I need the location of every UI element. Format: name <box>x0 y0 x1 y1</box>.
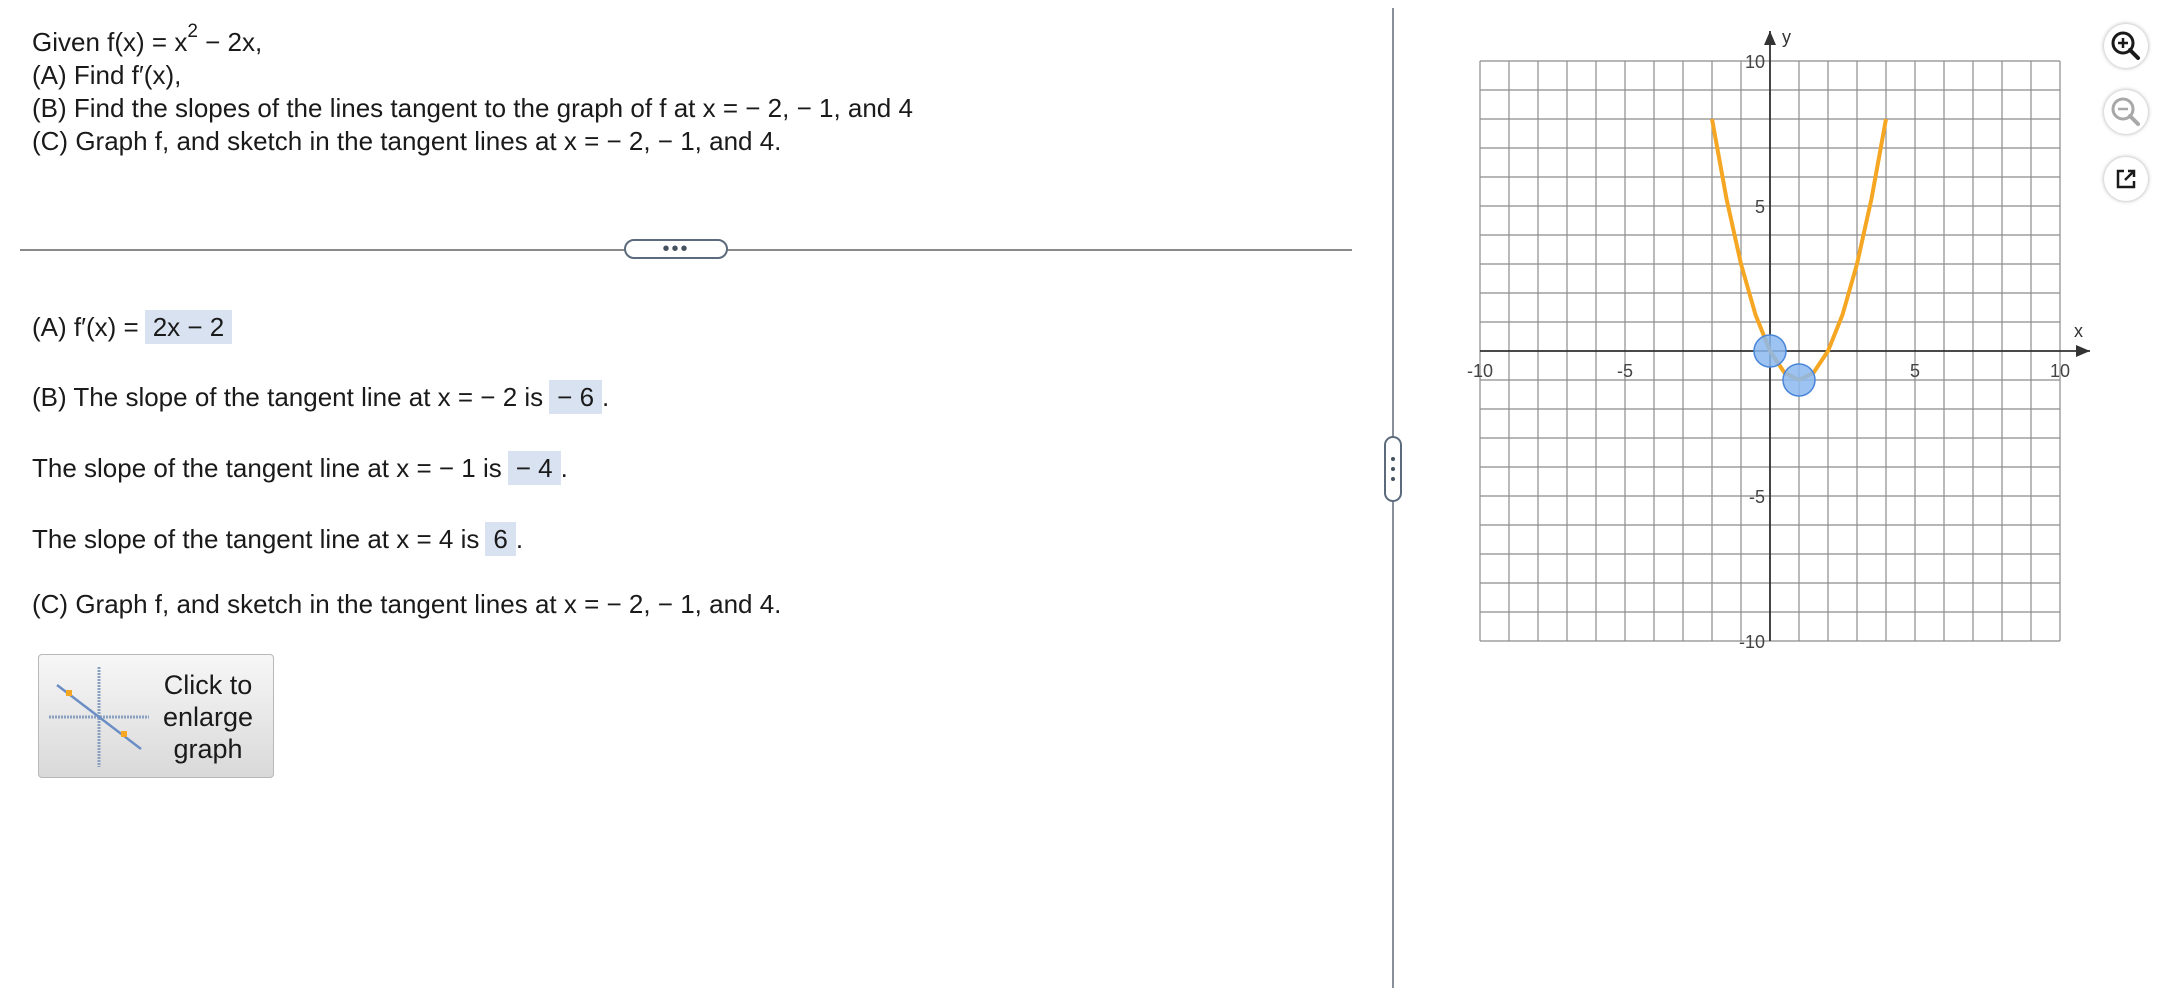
answer-b2-label: The slope of the tangent line at x = − 1… <box>32 453 502 483</box>
x-axis-arrow <box>2076 345 2090 357</box>
y-tick-label: -10 <box>1739 632 1765 652</box>
problem-panel: Given f(x) = x2 − 2x, (A) Find f′(x), (B… <box>0 0 1380 982</box>
zoom-in-icon <box>2111 31 2140 60</box>
answer-b3: The slope of the tangent line at x = 4 i… <box>32 519 523 559</box>
enlarge-line-3: graph <box>173 734 243 764</box>
function-graph[interactable]: x y -10 -5 5 10 10 5 -5 -10 <box>1440 18 2130 658</box>
answer-b3-period: . <box>515 524 524 554</box>
divider-handle[interactable]: ••• <box>624 239 728 259</box>
answer-c-text: (C) Graph f, and sketch in the tangent l… <box>32 589 782 619</box>
x-axis-label: x <box>2074 321 2083 341</box>
popout-button[interactable] <box>2104 157 2148 201</box>
answer-b2-period: . <box>560 453 568 483</box>
part-b-question: (B) Find the slopes of the lines tangent… <box>32 93 913 123</box>
y-tick-label: -5 <box>1749 487 1765 507</box>
enlarge-graph-label: Click to enlarge graph <box>149 669 267 765</box>
external-link-icon <box>2116 169 2136 189</box>
answer-b3-box[interactable]: 6 <box>485 522 516 556</box>
graph-point[interactable] <box>1753 334 1787 368</box>
part-a-question: (A) Find f′(x), <box>32 60 182 90</box>
enlarge-graph-button[interactable]: Click to enlarge graph <box>38 654 274 778</box>
x-tick-label: 10 <box>2050 361 2070 381</box>
answer-b1-period: . <box>602 382 610 412</box>
y-axis-label: y <box>1782 27 1791 47</box>
answer-a: (A) f′(x) = 2x − 2 <box>32 307 233 347</box>
problem-statement: Given f(x) = x2 − 2x, (A) Find f′(x), (B… <box>32 22 913 158</box>
y-tick-label: 5 <box>1755 197 1765 217</box>
zoom-out-icon <box>2111 97 2140 126</box>
zoom-out-button[interactable] <box>2104 90 2148 134</box>
x-tick-label: -10 <box>1467 361 1493 381</box>
enlarge-line-1: Click to <box>163 670 253 700</box>
answer-b1: (B) The slope of the tangent line at x =… <box>32 377 609 417</box>
answer-a-box[interactable]: 2x − 2 <box>144 310 233 344</box>
x-tick-label: -5 <box>1617 361 1633 381</box>
part-c-question: (C) Graph f, and sketch in the tangent l… <box>32 126 782 156</box>
y-tick-label: 10 <box>1745 52 1765 72</box>
answer-b1-box[interactable]: − 6 <box>549 380 603 414</box>
x-tick-label: 5 <box>1910 361 1920 381</box>
graph-point[interactable] <box>1782 363 1816 397</box>
given-prefix: Given f(x) = x <box>32 27 188 57</box>
answer-a-label: (A) f′(x) = <box>32 312 139 342</box>
vertical-divider-handle[interactable] <box>1384 436 1402 502</box>
answer-b2-box[interactable]: − 4 <box>507 451 561 485</box>
y-axis-arrow <box>1764 31 1776 45</box>
graph-thumbnail-icon <box>49 667 149 767</box>
zoom-in-button[interactable] <box>2104 24 2148 68</box>
enlarge-line-2: enlarge <box>162 702 254 732</box>
answer-b3-label: The slope of the tangent line at x = 4 i… <box>32 524 480 554</box>
given-exponent: 2 <box>187 21 198 43</box>
given-line: Given f(x) = x2 − 2x, <box>32 22 913 59</box>
answer-b2: The slope of the tangent line at x = − 1… <box>32 448 568 488</box>
answer-b1-label: (B) The slope of the tangent line at x =… <box>32 382 544 412</box>
given-suffix: − 2x, <box>197 27 263 57</box>
